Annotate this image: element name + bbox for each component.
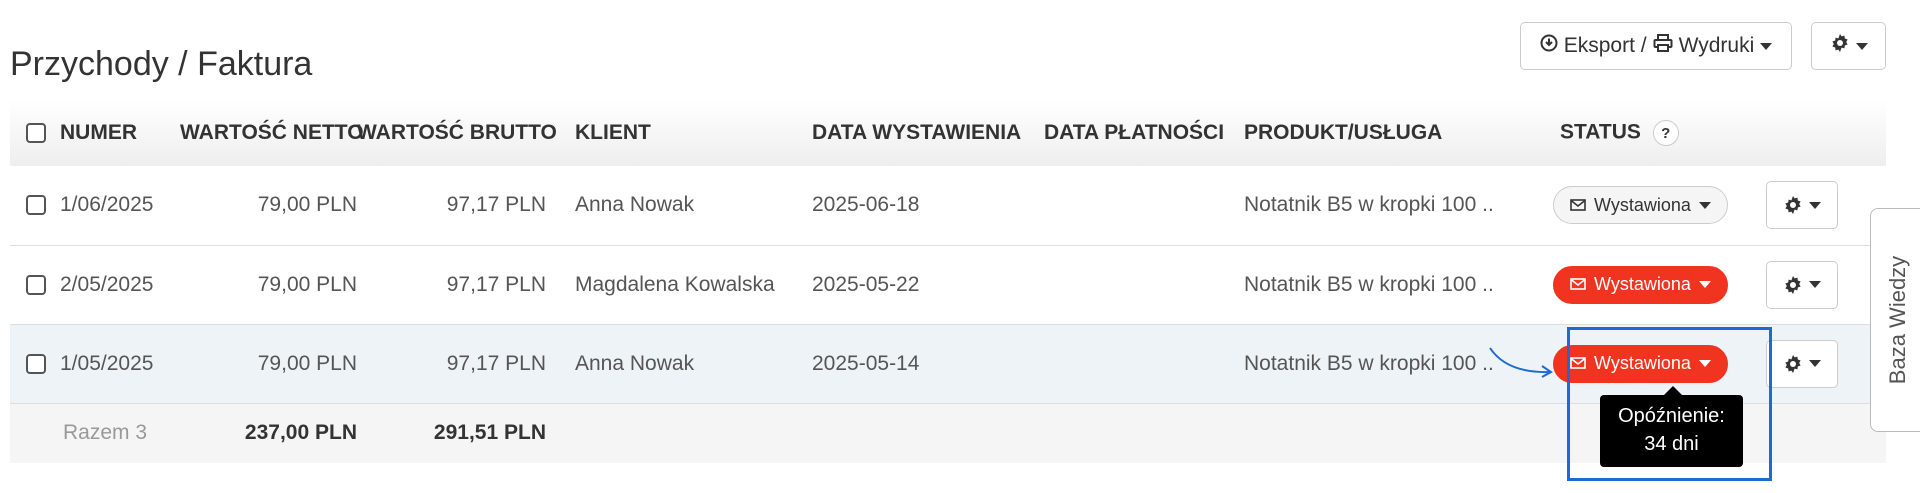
envelope-icon [1570, 274, 1586, 295]
chevron-down-icon [1698, 281, 1711, 288]
chevron-down-icon [1698, 360, 1711, 367]
invoice-number[interactable]: 2/05/2025 [60, 273, 153, 297]
select-all-checkbox[interactable] [26, 123, 46, 143]
chevron-down-icon [1855, 42, 1868, 50]
envelope-icon [1570, 195, 1586, 216]
status-dropdown[interactable]: Wystawiona [1553, 265, 1728, 304]
column-header-brutto[interactable]: WARTOŚĆ BRUTTO [357, 100, 575, 166]
knowledge-base-label: Baza Wiedzy [1885, 255, 1911, 385]
table-row: 2/05/2025 79,00 PLN 97,17 PLN Magdalena … [10, 245, 1886, 324]
envelope-icon [1570, 353, 1586, 374]
row-actions-button[interactable] [1766, 181, 1838, 230]
row-actions-button[interactable] [1766, 339, 1838, 388]
column-header-produkt[interactable]: PRODUKT/USŁUGA [1244, 100, 1534, 166]
status-dropdown[interactable]: Wystawiona [1553, 344, 1728, 383]
export-label: Eksport / [1563, 34, 1647, 57]
status-label: Wystawiona [1594, 353, 1691, 373]
settings-button[interactable] [1811, 22, 1886, 70]
row-checkbox[interactable] [26, 353, 46, 374]
gear-icon [1785, 354, 1801, 373]
tooltip-line-2: 34 dni [1644, 433, 1699, 455]
product-name: Notatnik B5 w kropki 100 .. [1244, 272, 1494, 296]
invoice-number[interactable]: 1/05/2025 [60, 352, 153, 376]
chevron-down-icon [1760, 42, 1773, 50]
netto-value: 79,00 PLN [257, 193, 357, 217]
overdue-tooltip: Opóźnienie: 34 dni [1600, 386, 1743, 467]
brutto-value: 97,17 PLN [446, 193, 546, 217]
brutto-value: 97,17 PLN [446, 272, 546, 296]
chevron-down-icon [1698, 201, 1711, 209]
status-dropdown[interactable]: Wystawiona [1553, 186, 1728, 225]
column-header-data-platnosci[interactable]: DATA PŁATNOŚCI [1041, 100, 1244, 166]
column-header-status[interactable]: STATUS [1560, 121, 1641, 144]
column-header-numer[interactable]: NUMER [60, 121, 137, 145]
row-actions-button[interactable] [1766, 260, 1838, 309]
tooltip-line-1: Opóźnienie: [1618, 405, 1725, 427]
column-header-data-wystawienia[interactable]: DATA WYSTAWIENIA [812, 100, 1041, 166]
table-row: 1/06/2025 79,00 PLN 97,17 PLN Anna Nowak… [10, 166, 1886, 245]
status-help-icon[interactable]: ? [1652, 120, 1679, 146]
gear-icon [1785, 196, 1801, 215]
summary-netto: 237,00 PLN [244, 421, 357, 445]
row-checkbox[interactable] [26, 195, 46, 216]
annotation-arrow-icon [1489, 347, 1553, 378]
netto-value: 79,00 PLN [257, 272, 357, 296]
payment-date [1041, 245, 1244, 324]
brutto-value: 97,17 PLN [446, 351, 546, 375]
summary-brutto: 291,51 PLN [433, 421, 546, 445]
client-name: Anna Nowak [575, 351, 695, 375]
gear-icon [1830, 33, 1850, 59]
column-header-klient[interactable]: KLIENT [575, 100, 812, 166]
client-name: Anna Nowak [575, 193, 695, 217]
client-name: Magdalena Kowalska [575, 272, 775, 296]
netto-value: 79,00 PLN [257, 351, 357, 375]
payment-date [1041, 324, 1244, 403]
issue-date: 2025-05-14 [812, 351, 920, 375]
invoice-number[interactable]: 1/06/2025 [60, 193, 153, 217]
product-name: Notatnik B5 w kropki 100 .. [1244, 193, 1494, 217]
gear-icon [1785, 275, 1801, 294]
printer-icon [1653, 34, 1673, 58]
column-header-netto[interactable]: WARTOŚĆ NETTO [180, 100, 364, 166]
chevron-down-icon [1809, 281, 1821, 288]
table-row: 1/05/2025 79,00 PLN 97,17 PLN Anna Nowak… [10, 324, 1886, 403]
page-title: Przychody / Faktura [10, 44, 313, 83]
download-icon [1540, 34, 1558, 58]
print-label: Wydruki [1678, 34, 1755, 57]
summary-label: Razem 3 [63, 421, 148, 445]
chevron-down-icon [1809, 201, 1821, 209]
status-label: Wystawiona [1594, 194, 1691, 215]
row-checkbox[interactable] [26, 274, 46, 295]
knowledge-base-tab[interactable]: Baza Wiedzy [1870, 208, 1920, 432]
status-label: Wystawiona [1594, 274, 1691, 294]
issue-date: 2025-05-22 [812, 272, 920, 296]
issue-date: 2025-06-18 [812, 193, 920, 217]
export-print-button[interactable]: Eksport / Wydruki [1520, 22, 1792, 70]
payment-date [1041, 166, 1244, 245]
chevron-down-icon [1809, 360, 1821, 367]
table-header-row: NUMER WARTOŚĆ NETTO WARTOŚĆ BRUTTO KLIEN… [10, 100, 1886, 166]
